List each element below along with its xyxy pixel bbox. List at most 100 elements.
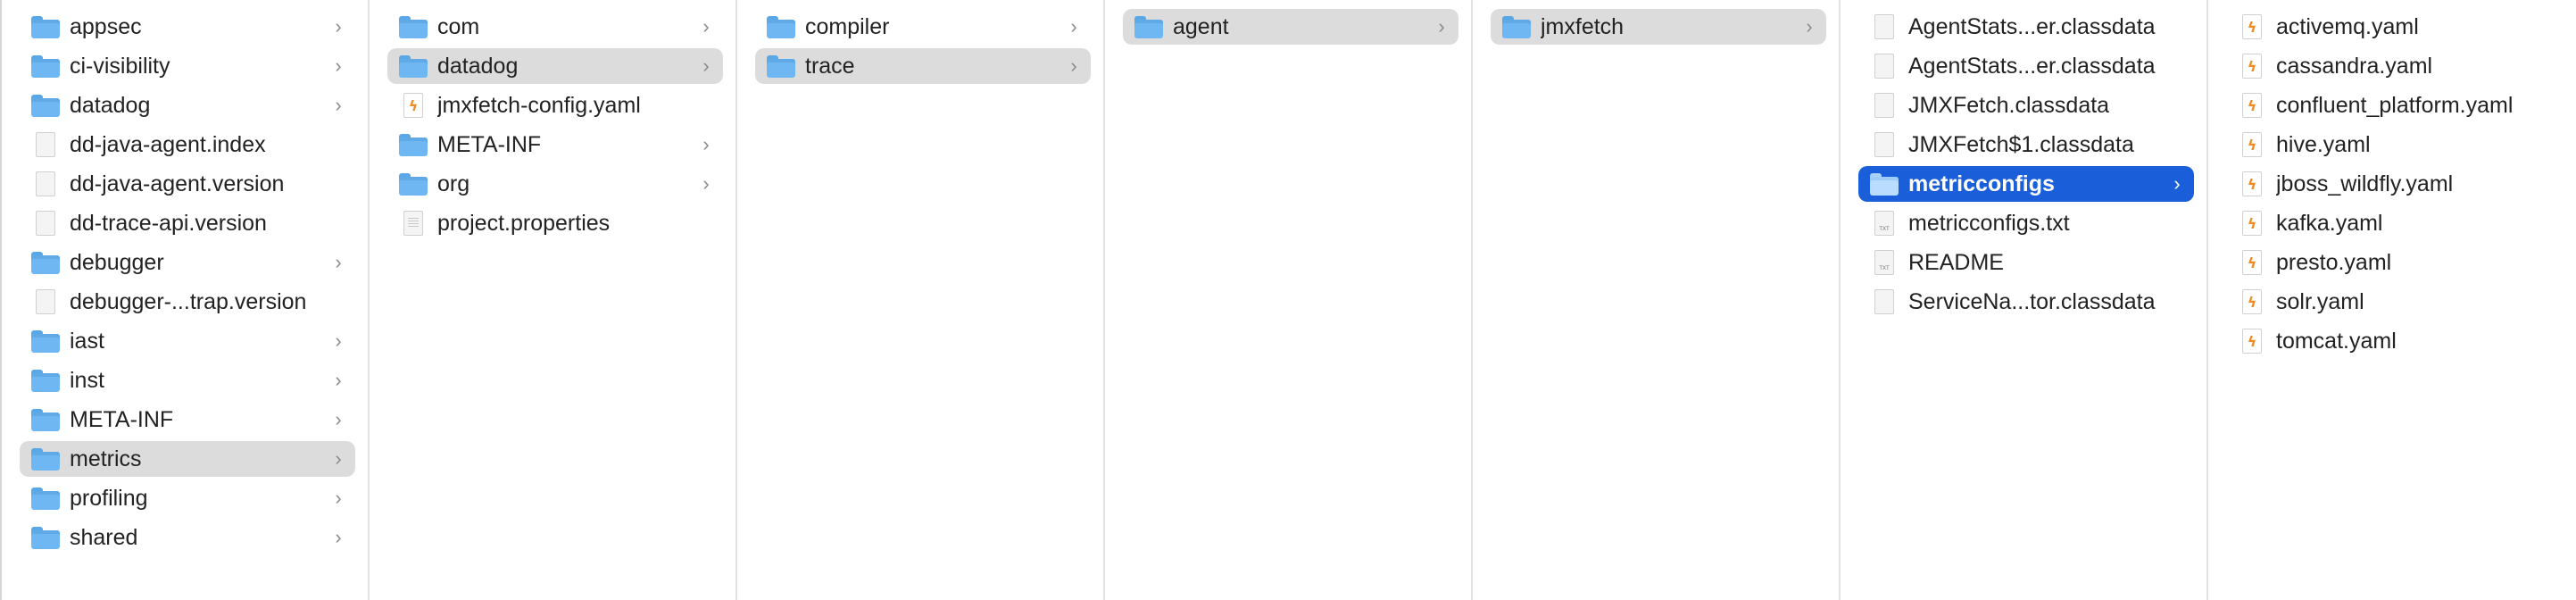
folder-item[interactable]: inst ›	[20, 362, 355, 398]
folder-item[interactable]: debugger ›	[20, 245, 355, 280]
file-item[interactable]: cassandra.yaml	[2226, 48, 2564, 84]
chevron-right-icon: ›	[702, 133, 710, 155]
item-label: inst	[70, 367, 104, 393]
file-item[interactable]: dd-java-agent.version	[20, 166, 355, 202]
column-2[interactable]: com › datadog › jmxfetch-config.yaml META-INF…	[370, 0, 737, 600]
item-label: ci-visibility	[70, 53, 170, 79]
file-item[interactable]: JMXFetch$1.classdata	[1858, 127, 2194, 162]
folder-item[interactable]: jmxfetch ›	[1491, 9, 1826, 45]
folder-item[interactable]: META-INF ›	[387, 127, 723, 162]
folder-item[interactable]: compiler ›	[755, 9, 1091, 45]
folder-item[interactable]: META-INF ›	[20, 402, 355, 438]
folder-item[interactable]: appsec ›	[20, 9, 355, 45]
file-item[interactable]: activemq.yaml	[2226, 9, 2564, 45]
file-item[interactable]: AgentStats...er.classdata	[1858, 9, 2194, 45]
item-label: dd-trace-api.version	[70, 210, 267, 236]
folder-item[interactable]: metrics ›	[20, 441, 355, 477]
folder-icon	[30, 328, 61, 354]
column-5[interactable]: jmxfetch ›	[1473, 0, 1841, 600]
folder-icon	[766, 13, 796, 40]
folder-item[interactable]: shared ›	[20, 520, 355, 555]
folder-item[interactable]: datadog ›	[20, 88, 355, 123]
chevron-right-icon: ›	[1806, 15, 1813, 38]
item-label: trace	[805, 53, 855, 79]
file-item[interactable]: presto.yaml	[2226, 245, 2564, 280]
item-label: META-INF	[437, 131, 542, 157]
file-item[interactable]: dd-trace-api.version	[20, 205, 355, 241]
file-item[interactable]: jmxfetch-config.yaml	[387, 88, 723, 123]
chevron-right-icon: ›	[2173, 172, 2181, 195]
file-item[interactable]: JMXFetch.classdata	[1858, 88, 2194, 123]
file-item[interactable]: hive.yaml	[2226, 127, 2564, 162]
chevron-right-icon: ›	[335, 487, 342, 509]
item-label: datadog	[70, 92, 151, 118]
chevron-right-icon: ›	[335, 526, 342, 548]
item-label: metricconfigs	[1908, 171, 2055, 196]
file-item[interactable]: project.properties	[387, 205, 723, 241]
yaml-file-icon	[2237, 171, 2267, 197]
folder-item[interactable]: trace ›	[755, 48, 1091, 84]
item-label: JMXFetch$1.classdata	[1908, 131, 2134, 157]
folder-item[interactable]: org ›	[387, 166, 723, 202]
chevron-right-icon: ›	[1070, 54, 1077, 77]
item-label: org	[437, 171, 470, 196]
file-item[interactable]: jboss_wildfly.yaml	[2226, 166, 2564, 202]
file-item[interactable]: tomcat.yaml	[2226, 323, 2564, 359]
column-1[interactable]: appsec › ci-visibility › datadog › dd-java-age…	[2, 0, 370, 600]
column-7[interactable]: activemq.yaml cassandra.yaml confluent_pla…	[2208, 0, 2576, 600]
document-icon	[30, 171, 61, 197]
document-icon	[1869, 53, 1899, 79]
yaml-file-icon	[2237, 131, 2267, 158]
folder-icon	[30, 367, 61, 394]
folder-item[interactable]: com ›	[387, 9, 723, 45]
folder-icon	[30, 485, 61, 512]
folder-item[interactable]: ci-visibility ›	[20, 48, 355, 84]
folder-item[interactable]: agent ›	[1123, 9, 1458, 45]
column-4[interactable]: agent ›	[1105, 0, 1473, 600]
chevron-right-icon: ›	[702, 172, 710, 195]
item-label: jmxfetch-config.yaml	[437, 92, 641, 118]
item-label: solr.yaml	[2276, 288, 2364, 314]
file-item[interactable]: dd-java-agent.index	[20, 127, 355, 162]
file-item[interactable]: kafka.yaml	[2226, 205, 2564, 241]
item-label: ServiceNa...tor.classdata	[1908, 288, 2156, 314]
document-icon	[1869, 13, 1899, 40]
yaml-file-icon	[2237, 92, 2267, 119]
file-item[interactable]: ServiceNa...tor.classdata	[1858, 284, 2194, 320]
item-label: confluent_platform.yaml	[2276, 92, 2514, 118]
column-3[interactable]: compiler › trace ›	[737, 0, 1105, 600]
file-item[interactable]: README	[1858, 245, 2194, 280]
folder-item[interactable]: datadog ›	[387, 48, 723, 84]
chevron-right-icon: ›	[335, 369, 342, 391]
item-label: com	[437, 13, 480, 39]
chevron-right-icon: ›	[1070, 15, 1077, 38]
item-label: shared	[70, 524, 138, 550]
file-item[interactable]: AgentStats...er.classdata	[1858, 48, 2194, 84]
txt-file-icon	[1869, 249, 1899, 276]
chevron-right-icon: ›	[335, 94, 342, 116]
file-item[interactable]: metricconfigs.txt	[1858, 205, 2194, 241]
item-label: README	[1908, 249, 2004, 275]
column-6[interactable]: AgentStats...er.classdata AgentStats...er…	[1841, 0, 2208, 600]
file-item[interactable]: confluent_platform.yaml	[2226, 88, 2564, 123]
item-label: debugger	[70, 249, 164, 275]
chevron-right-icon: ›	[335, 329, 342, 352]
folder-icon	[398, 53, 428, 79]
item-label: jmxfetch	[1541, 13, 1625, 39]
folder-item[interactable]: profiling ›	[20, 480, 355, 516]
chevron-right-icon: ›	[335, 15, 342, 38]
item-label: profiling	[70, 485, 148, 511]
file-item[interactable]: solr.yaml	[2226, 284, 2564, 320]
folder-item[interactable]: metricconfigs ›	[1858, 166, 2194, 202]
file-item[interactable]: debugger-...trap.version	[20, 284, 355, 320]
folder-icon	[398, 13, 428, 40]
folder-icon	[30, 406, 61, 433]
txt-file-icon	[1869, 210, 1899, 237]
item-label: metricconfigs.txt	[1908, 210, 2070, 236]
item-label: dd-java-agent.version	[70, 171, 285, 196]
item-label: jboss_wildfly.yaml	[2276, 171, 2454, 196]
chevron-right-icon: ›	[335, 251, 342, 273]
yaml-file-icon	[2237, 210, 2267, 237]
folder-icon	[30, 92, 61, 119]
folder-item[interactable]: iast ›	[20, 323, 355, 359]
